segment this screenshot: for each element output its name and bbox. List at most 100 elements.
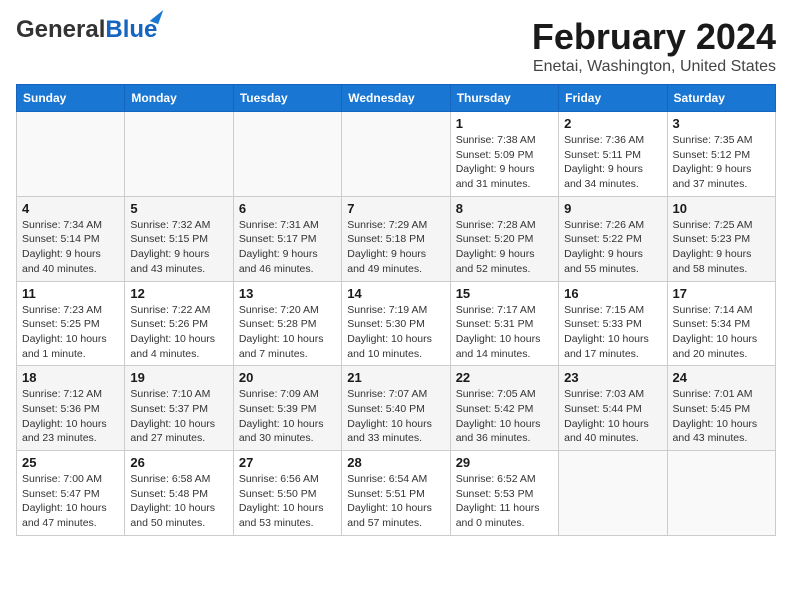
header: GeneralBlue February 2024 Enetai, Washin… [16,16,776,76]
day-info: Sunrise: 7:14 AMSunset: 5:34 PMDaylight:… [673,303,770,362]
day-info: Sunrise: 7:17 AMSunset: 5:31 PMDaylight:… [456,303,553,362]
day-number: 20 [239,370,336,385]
day-info: Sunrise: 7:22 AMSunset: 5:26 PMDaylight:… [130,303,227,362]
day-info: Sunrise: 7:23 AMSunset: 5:25 PMDaylight:… [22,303,119,362]
day-number: 4 [22,201,119,216]
day-cell: 1 Sunrise: 7:38 AMSunset: 5:09 PMDaylight… [450,112,558,197]
week-row-4: 18 Sunrise: 7:12 AMSunset: 5:36 PMDayligh… [17,366,776,451]
day-number: 24 [673,370,770,385]
day-number: 25 [22,455,119,470]
day-info: Sunrise: 7:25 AMSunset: 5:23 PMDaylight:… [673,218,770,277]
day-info: Sunrise: 7:20 AMSunset: 5:28 PMDaylight:… [239,303,336,362]
title-area: February 2024 Enetai, Washington, United… [532,16,776,76]
week-row-2: 4 Sunrise: 7:34 AMSunset: 5:14 PMDaylight… [17,196,776,281]
day-info: Sunrise: 7:38 AMSunset: 5:09 PMDaylight:… [456,133,553,192]
day-info: Sunrise: 7:31 AMSunset: 5:17 PMDaylight:… [239,218,336,277]
col-header-thursday: Thursday [450,85,558,112]
day-info: Sunrise: 7:36 AMSunset: 5:11 PMDaylight:… [564,133,661,192]
day-cell: 19 Sunrise: 7:10 AMSunset: 5:37 PMDayligh… [125,366,233,451]
day-number: 28 [347,455,444,470]
day-number: 19 [130,370,227,385]
day-cell: 18 Sunrise: 7:12 AMSunset: 5:36 PMDayligh… [17,366,125,451]
day-cell: 24 Sunrise: 7:01 AMSunset: 5:45 PMDayligh… [667,366,775,451]
logo-general: General [16,16,105,43]
day-info: Sunrise: 7:09 AMSunset: 5:39 PMDaylight:… [239,387,336,446]
day-info: Sunrise: 7:29 AMSunset: 5:18 PMDaylight:… [347,218,444,277]
day-info: Sunrise: 7:28 AMSunset: 5:20 PMDaylight:… [456,218,553,277]
day-number: 12 [130,286,227,301]
day-info: Sunrise: 7:10 AMSunset: 5:37 PMDaylight:… [130,387,227,446]
day-cell: 4 Sunrise: 7:34 AMSunset: 5:14 PMDaylight… [17,196,125,281]
day-cell: 13 Sunrise: 7:20 AMSunset: 5:28 PMDayligh… [233,281,341,366]
day-number: 8 [456,201,553,216]
day-number: 7 [347,201,444,216]
col-header-saturday: Saturday [667,85,775,112]
day-number: 11 [22,286,119,301]
day-cell: 2 Sunrise: 7:36 AMSunset: 5:11 PMDaylight… [559,112,667,197]
day-number: 26 [130,455,227,470]
calendar: SundayMondayTuesdayWednesdayThursdayFrid… [16,84,776,536]
day-cell: 27 Sunrise: 6:56 AMSunset: 5:50 PMDayligh… [233,451,341,536]
day-cell: 7 Sunrise: 7:29 AMSunset: 5:18 PMDaylight… [342,196,450,281]
day-cell: 28 Sunrise: 6:54 AMSunset: 5:51 PMDayligh… [342,451,450,536]
day-cell: 10 Sunrise: 7:25 AMSunset: 5:23 PMDayligh… [667,196,775,281]
day-cell: 21 Sunrise: 7:07 AMSunset: 5:40 PMDayligh… [342,366,450,451]
day-number: 21 [347,370,444,385]
day-number: 2 [564,116,661,131]
day-number: 13 [239,286,336,301]
day-info: Sunrise: 7:35 AMSunset: 5:12 PMDaylight:… [673,133,770,192]
day-info: Sunrise: 7:01 AMSunset: 5:45 PMDaylight:… [673,387,770,446]
col-header-wednesday: Wednesday [342,85,450,112]
day-cell: 15 Sunrise: 7:17 AMSunset: 5:31 PMDayligh… [450,281,558,366]
day-cell: 6 Sunrise: 7:31 AMSunset: 5:17 PMDaylight… [233,196,341,281]
day-info: Sunrise: 7:00 AMSunset: 5:47 PMDaylight:… [22,472,119,531]
day-number: 29 [456,455,553,470]
week-row-5: 25 Sunrise: 7:00 AMSunset: 5:47 PMDayligh… [17,451,776,536]
day-info: Sunrise: 7:26 AMSunset: 5:22 PMDaylight:… [564,218,661,277]
day-info: Sunrise: 7:03 AMSunset: 5:44 PMDaylight:… [564,387,661,446]
day-number: 18 [22,370,119,385]
calendar-header-row: SundayMondayTuesdayWednesdayThursdayFrid… [17,85,776,112]
week-row-1: 1 Sunrise: 7:38 AMSunset: 5:09 PMDaylight… [17,112,776,197]
day-number: 10 [673,201,770,216]
day-cell [342,112,450,197]
day-cell: 11 Sunrise: 7:23 AMSunset: 5:25 PMDayligh… [17,281,125,366]
day-number: 1 [456,116,553,131]
day-cell: 25 Sunrise: 7:00 AMSunset: 5:47 PMDayligh… [17,451,125,536]
day-info: Sunrise: 6:52 AMSunset: 5:53 PMDaylight:… [456,472,553,531]
week-row-3: 11 Sunrise: 7:23 AMSunset: 5:25 PMDayligh… [17,281,776,366]
day-cell: 20 Sunrise: 7:09 AMSunset: 5:39 PMDayligh… [233,366,341,451]
day-cell [125,112,233,197]
day-info: Sunrise: 6:56 AMSunset: 5:50 PMDaylight:… [239,472,336,531]
day-cell [233,112,341,197]
logo-triangle-icon [150,7,164,24]
col-header-friday: Friday [559,85,667,112]
col-header-sunday: Sunday [17,85,125,112]
day-info: Sunrise: 7:12 AMSunset: 5:36 PMDaylight:… [22,387,119,446]
day-info: Sunrise: 7:05 AMSunset: 5:42 PMDaylight:… [456,387,553,446]
day-cell: 5Sunrise: 7:32 AMSunset: 5:15 PMDaylight… [125,196,233,281]
day-number: 23 [564,370,661,385]
day-info: Sunrise: 7:34 AMSunset: 5:14 PMDaylight:… [22,218,119,277]
col-header-tuesday: Tuesday [233,85,341,112]
day-info: Sunrise: 7:15 AMSunset: 5:33 PMDaylight:… [564,303,661,362]
day-cell: 22Sunrise: 7:05 AMSunset: 5:42 PMDayligh… [450,366,558,451]
day-cell [559,451,667,536]
day-cell: 23 Sunrise: 7:03 AMSunset: 5:44 PMDayligh… [559,366,667,451]
day-cell: 8 Sunrise: 7:28 AMSunset: 5:20 PMDaylight… [450,196,558,281]
day-number: 27 [239,455,336,470]
day-number: 15 [456,286,553,301]
day-info: Sunrise: 6:54 AMSunset: 5:51 PMDaylight:… [347,472,444,531]
day-info: Sunrise: 7:07 AMSunset: 5:40 PMDaylight:… [347,387,444,446]
month-title: February 2024 [532,16,776,58]
day-number: 6 [239,201,336,216]
day-cell [17,112,125,197]
day-cell: 3Sunrise: 7:35 AMSunset: 5:12 PMDaylight… [667,112,775,197]
day-cell: 9Sunrise: 7:26 AMSunset: 5:22 PMDaylight… [559,196,667,281]
day-number: 14 [347,286,444,301]
day-number: 16 [564,286,661,301]
day-cell: 12 Sunrise: 7:22 AMSunset: 5:26 PMDayligh… [125,281,233,366]
day-cell [667,451,775,536]
col-header-monday: Monday [125,85,233,112]
location-title: Enetai, Washington, United States [532,58,776,76]
